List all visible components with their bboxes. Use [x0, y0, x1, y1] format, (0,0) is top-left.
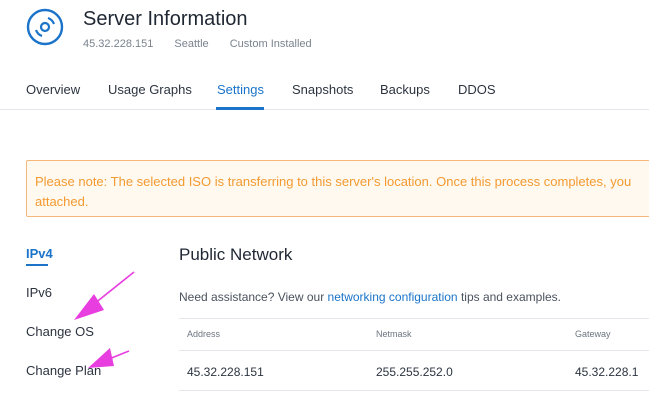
iso-transfer-notice: Please note: The selected ISO is transfe… [26, 160, 649, 217]
server-meta: 45.32.228.151 Seattle Custom Installed [83, 38, 330, 50]
tab-usage-graphs[interactable]: Usage Graphs [108, 82, 192, 97]
cell-address: 45.32.228.151 [187, 365, 264, 379]
server-location: Seattle [174, 38, 209, 50]
tab-backups[interactable]: Backups [380, 82, 430, 97]
tab-snapshots[interactable]: Snapshots [292, 82, 353, 97]
arrow-to-change-os-icon [74, 271, 135, 320]
section-title: Public Network [179, 245, 293, 264]
column-header-gateway: Gateway [575, 329, 611, 339]
assist-prefix: Need assistance? View our [179, 290, 328, 304]
server-status: Custom Installed [229, 38, 312, 50]
tab-overview[interactable]: Overview [26, 82, 80, 97]
column-header-address: Address [187, 329, 221, 339]
networking-configuration-link[interactable]: networking configuration [328, 290, 458, 304]
cell-gateway: 45.32.228.1 [575, 365, 639, 379]
notice-text: Please note: The selected ISO is transfe… [35, 174, 632, 209]
sidebar-item-ipv6[interactable]: IPv6 [26, 285, 52, 300]
active-tab-indicator [216, 107, 264, 110]
row-divider [179, 390, 649, 391]
tab-bar: Overview Usage Graphs Settings Snapshots… [0, 74, 649, 110]
assistance-text: Need assistance? View our networking con… [179, 290, 561, 304]
table-header: Address Netmask Gateway [179, 318, 649, 351]
sidebar-active-indicator [26, 264, 48, 266]
sidebar-item-ipv4[interactable]: IPv4 [26, 246, 53, 261]
sidebar-item-change-plan[interactable]: Change Plan [26, 363, 101, 378]
page-title: Server Information [83, 8, 248, 30]
server-disc-icon [26, 8, 64, 46]
sidebar-item-change-os[interactable]: Change OS [26, 324, 94, 339]
assist-suffix: tips and examples. [457, 290, 561, 304]
column-header-netmask: Netmask [376, 329, 412, 339]
tab-settings[interactable]: Settings [217, 82, 264, 97]
tab-ddos[interactable]: DDOS [458, 82, 496, 97]
server-ip: 45.32.228.151 [83, 38, 154, 50]
cell-netmask: 255.255.252.0 [376, 365, 453, 379]
